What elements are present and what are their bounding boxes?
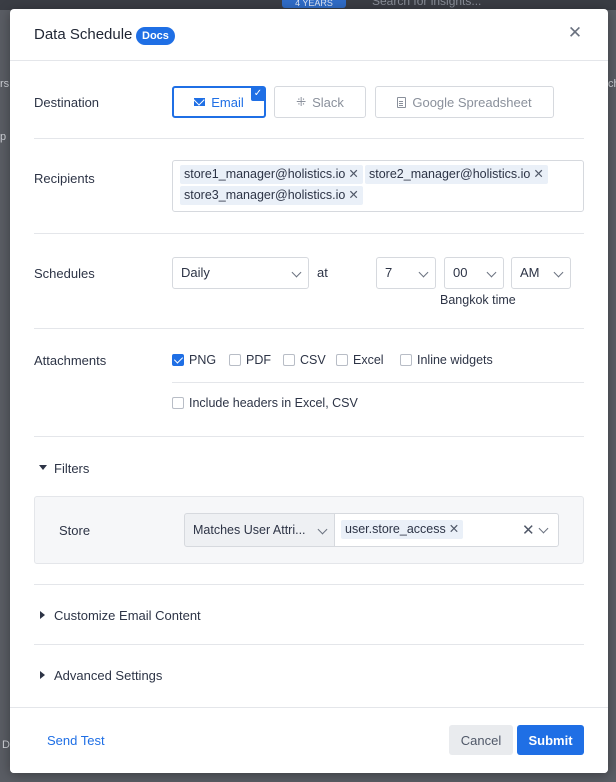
recipient-tag-text: store1_manager@holistics.io — [184, 167, 346, 181]
minute-value: 00 — [453, 265, 468, 280]
attachment-inline-widgets-checkbox[interactable]: Inline widgets — [400, 353, 493, 367]
attachment-csv-checkbox[interactable]: CSV — [283, 353, 326, 367]
caret-right-icon[interactable] — [40, 671, 45, 679]
chevron-down-icon — [486, 267, 497, 278]
background-fragment: ch — [608, 78, 616, 90]
recipients-label: Recipients — [34, 171, 95, 186]
checkbox[interactable] — [283, 354, 295, 366]
timezone-label: Bangkok time — [440, 293, 516, 307]
destination-option-label: Email — [211, 94, 244, 110]
filter-value-tag: user.store_access ✕ — [341, 520, 464, 539]
recipient-tag: store2_manager@holistics.io ✕ — [365, 165, 548, 184]
clear-icon[interactable]: ✕ — [522, 521, 535, 539]
include-headers-checkbox[interactable]: Include headers in Excel, CSV — [172, 396, 358, 410]
caret-right-icon[interactable] — [40, 611, 45, 619]
divider — [34, 644, 584, 645]
divider — [34, 138, 584, 139]
check-icon: ✓ — [251, 87, 265, 101]
filter-condition-select[interactable]: Matches User Attri... — [184, 513, 335, 547]
period-select[interactable]: AM — [511, 257, 571, 289]
background-search: Search for insights... — [372, 0, 482, 8]
chevron-down-icon — [317, 524, 328, 535]
schedules-label: Schedules — [34, 266, 95, 281]
checkbox[interactable] — [400, 354, 412, 366]
remove-tag-icon[interactable]: ✕ — [348, 167, 358, 181]
destination-option-label: Google Spreadsheet — [412, 94, 532, 110]
spreadsheet-icon — [397, 96, 407, 108]
checkbox-label: PDF — [246, 353, 271, 367]
submit-button[interactable]: Submit — [517, 725, 584, 755]
divider — [172, 382, 584, 383]
recipient-tag-text: store2_manager@holistics.io — [369, 167, 531, 181]
close-icon[interactable]: ✕ — [566, 24, 584, 42]
destination-slack-button[interactable]: ⁜ Slack — [274, 86, 366, 118]
mail-icon — [194, 98, 206, 106]
recipient-tag: store3_manager@holistics.io ✕ — [180, 186, 363, 205]
divider — [34, 233, 584, 234]
checkbox[interactable] — [172, 354, 184, 366]
background-fragment: D — [2, 739, 10, 751]
frequency-select[interactable]: Daily — [172, 257, 309, 289]
destination-google-spreadsheet-button[interactable]: Google Spreadsheet — [375, 86, 554, 118]
data-schedule-modal: Data Schedule Docs ✕ Destination Email ✓… — [10, 9, 608, 773]
minute-select[interactable]: 00 — [444, 257, 504, 289]
slack-icon: ⁜ — [296, 95, 307, 109]
destination-label: Destination — [34, 95, 100, 110]
destination-option-label: Slack — [312, 94, 344, 110]
hour-value: 7 — [385, 265, 393, 280]
filters-section-toggle[interactable]: Filters — [54, 461, 89, 476]
attachment-excel-checkbox[interactable]: Excel — [336, 353, 384, 367]
checkbox-label: Excel — [353, 353, 384, 367]
chevron-down-icon — [553, 267, 564, 278]
docs-badge[interactable]: Docs — [136, 27, 175, 45]
attachment-png-checkbox[interactable]: PNG — [172, 353, 216, 367]
divider — [34, 328, 584, 329]
attachments-label: Attachments — [34, 353, 107, 368]
checkbox-label: CSV — [300, 353, 326, 367]
attachment-pdf-checkbox[interactable]: PDF — [229, 353, 271, 367]
customize-email-section-toggle[interactable]: Customize Email Content — [54, 608, 201, 623]
chevron-down-icon — [291, 267, 302, 278]
send-test-link[interactable]: Send Test — [47, 733, 105, 748]
recipient-tag: store1_manager@holistics.io ✕ — [180, 165, 363, 184]
hour-select[interactable]: 7 — [376, 257, 436, 289]
destination-email-button[interactable]: Email ✓ — [172, 86, 266, 118]
chevron-down-icon — [418, 267, 429, 278]
caret-down-icon[interactable] — [39, 465, 47, 470]
at-label: at — [317, 265, 328, 280]
remove-tag-icon[interactable]: ✕ — [533, 167, 543, 181]
period-value: AM — [520, 265, 540, 280]
filter-condition-value: Matches User Attri... — [193, 523, 306, 537]
checkbox[interactable] — [172, 397, 184, 409]
checkbox[interactable] — [336, 354, 348, 366]
divider — [34, 436, 584, 437]
cancel-button[interactable]: Cancel — [449, 725, 513, 755]
checkbox-label: Include headers in Excel, CSV — [189, 396, 358, 410]
checkbox-label: Inline widgets — [417, 353, 493, 367]
remove-tag-icon[interactable]: ✕ — [348, 188, 358, 202]
frequency-value: Daily — [181, 265, 210, 280]
modal-header: Data Schedule Docs ✕ — [10, 9, 608, 61]
filter-field-label: Store — [59, 523, 91, 538]
modal-title: Data Schedule — [34, 26, 133, 43]
checkbox[interactable] — [229, 354, 241, 366]
recipient-tag-text: store3_manager@holistics.io — [184, 188, 346, 202]
background-pill: 4 YEARS — [282, 0, 346, 8]
background-fragment: rs — [0, 78, 10, 90]
remove-tag-icon[interactable]: ✕ — [449, 522, 459, 536]
divider — [34, 584, 584, 585]
background-fragment: p — [0, 131, 7, 143]
advanced-settings-section-toggle[interactable]: Advanced Settings — [54, 668, 162, 683]
checkbox-label: PNG — [189, 353, 217, 367]
filter-value-tag-text: user.store_access — [345, 522, 446, 536]
